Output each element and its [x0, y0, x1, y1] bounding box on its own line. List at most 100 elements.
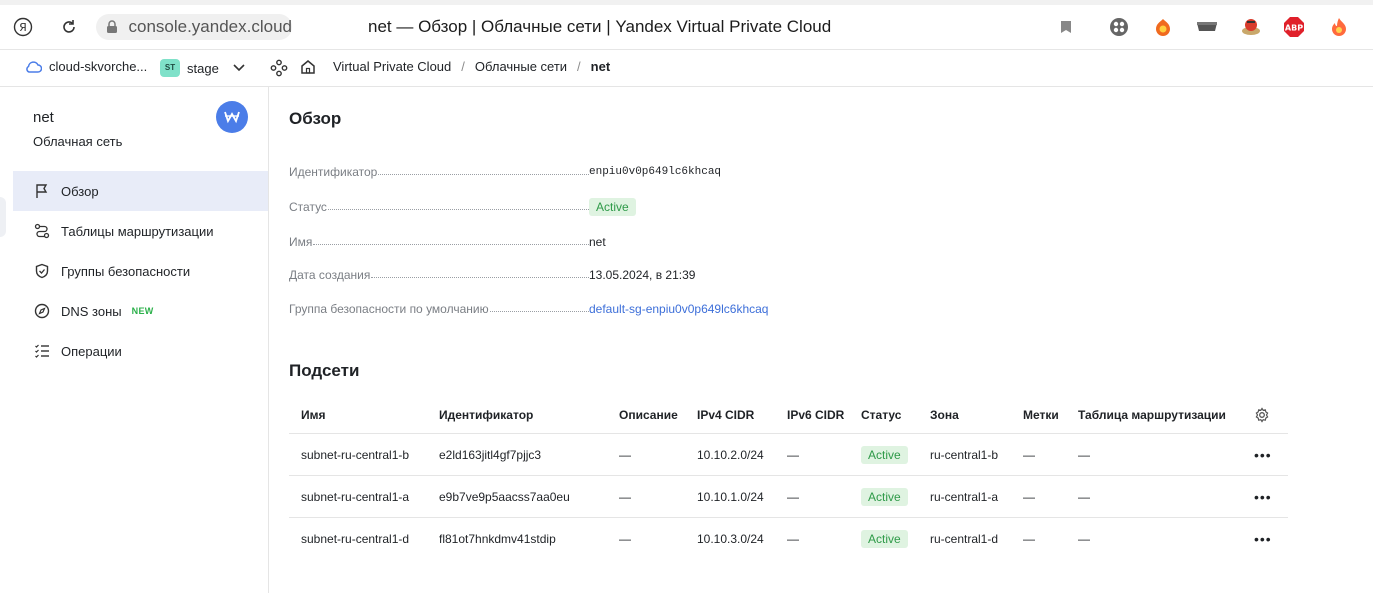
services-icon[interactable]: [270, 59, 288, 77]
subnet-name[interactable]: subnet-ru-central1-a: [301, 476, 409, 517]
cloud-icon: [24, 60, 42, 74]
hat-icon[interactable]: [1196, 16, 1218, 38]
subnet-labels: —: [1023, 447, 1035, 462]
subnet-name[interactable]: subnet-ru-central1-d: [301, 518, 409, 560]
main-content: Обзор Идентификатор enpiu0v0p649lc6khcaq…: [270, 87, 1373, 593]
row-menu-icon[interactable]: •••: [1254, 476, 1272, 517]
shield-icon: [33, 262, 51, 280]
flame-icon[interactable]: [1328, 16, 1350, 38]
reload-icon[interactable]: [58, 16, 80, 38]
subnet-zone: ru-central1-d: [930, 532, 999, 546]
status-badge: Active: [861, 487, 908, 506]
row-menu-icon[interactable]: •••: [1254, 518, 1272, 560]
gear-icon[interactable]: [1254, 397, 1270, 433]
cloud-name: cloud-skvorche...: [49, 59, 148, 74]
property-label: Имя: [289, 235, 589, 249]
sidebar-item-operations[interactable]: Операции: [13, 331, 268, 371]
sidebar-handle[interactable]: [0, 197, 6, 237]
sidebar-item-label: DNS зоны: [61, 303, 122, 319]
sidebar-item-security-groups[interactable]: Группы безопасности: [13, 251, 268, 291]
home-icon[interactable]: [300, 59, 316, 75]
subnet-id: e2ld163jitl4gf7pjjc3: [439, 447, 542, 462]
bookmark-icon[interactable]: [1055, 16, 1077, 38]
subnet-ipv4: 10.10.2.0/24: [697, 447, 764, 462]
table-row[interactable]: subnet-ru-central1-a e9b7ve9p5aacss7aa0e…: [289, 476, 1288, 518]
column-header[interactable]: Зона: [930, 397, 959, 433]
column-header[interactable]: Метки: [1023, 397, 1059, 433]
column-header[interactable]: Статус: [861, 397, 901, 433]
subnet-route-table: —: [1078, 447, 1090, 462]
cloud-selector[interactable]: cloud-skvorche...: [24, 59, 147, 74]
folder-selector[interactable]: ST stage: [160, 59, 245, 77]
browser-toolbar: Я console.yandex.cloud net — Обзор | Обл…: [0, 0, 1373, 50]
folder-name: stage: [187, 60, 219, 76]
folder-badge: ST: [160, 59, 180, 77]
new-badge: NEW: [131, 306, 154, 316]
property-created: Дата создания 13.05.2024, в 21:39: [289, 265, 989, 285]
column-header[interactable]: Таблица маршрутизации: [1078, 397, 1226, 433]
svg-text:ABP: ABP: [1285, 24, 1303, 33]
subnets-table: Имя Идентификатор Описание IPv4 CIDR IPv…: [289, 397, 1288, 560]
column-header[interactable]: IPv6 CIDR: [787, 397, 844, 433]
sidebar: net Облачная сеть Обзор Таблицы маршрути…: [13, 87, 269, 593]
sidebar-title: net: [33, 109, 54, 126]
column-header[interactable]: Описание: [619, 397, 678, 433]
breadcrumb-vpc[interactable]: Virtual Private Cloud: [333, 59, 451, 74]
address-bar[interactable]: console.yandex.cloud: [96, 14, 292, 40]
property-label: Идентификатор: [289, 165, 589, 179]
breadcrumb-networks[interactable]: Облачные сети: [475, 59, 567, 74]
property-label: Дата создания: [289, 268, 589, 282]
table-header: Имя Идентификатор Описание IPv4 CIDR IPv…: [289, 397, 1288, 434]
list-icon: [33, 342, 51, 360]
console-header: cloud-skvorche... ST stage Virtual Priva…: [0, 50, 1373, 87]
sidebar-item-label: Таблицы маршрутизации: [61, 223, 214, 239]
breadcrumb-separator: /: [461, 59, 465, 74]
url-text: console.yandex.cloud: [128, 17, 292, 36]
column-header[interactable]: Идентификатор: [439, 397, 533, 433]
created-date-value: 13.05.2024, в 21:39: [589, 268, 696, 282]
yandex-browser-icon[interactable]: Я: [12, 16, 34, 38]
column-header[interactable]: Имя: [301, 397, 326, 433]
left-edge: [0, 87, 13, 593]
pie-icon[interactable]: [1240, 16, 1262, 38]
sidebar-item-label: Операции: [61, 343, 122, 359]
column-header[interactable]: IPv4 CIDR: [697, 397, 754, 433]
sidebar-item-label: Группы безопасности: [61, 263, 191, 279]
svg-text:Я: Я: [19, 21, 27, 34]
subnet-ipv6: —: [787, 489, 799, 504]
sidebar-item-overview[interactable]: Обзор: [13, 171, 268, 211]
route-icon: [33, 222, 51, 240]
sidebar-item-dns-zones[interactable]: DNS зоны NEW: [13, 291, 268, 331]
sidebar-item-label: Обзор: [61, 183, 99, 199]
property-id: Идентификатор enpiu0v0p649lc6khcaq: [289, 162, 989, 182]
default-sg-link[interactable]: default-sg-enpiu0v0p649lc6khcaq: [589, 302, 768, 316]
chevron-down-icon: [233, 64, 245, 72]
fox-icon[interactable]: [1152, 16, 1174, 38]
network-name-value: net: [589, 235, 606, 249]
table-row[interactable]: subnet-ru-central1-b e2ld163jitl4gf7pjjc…: [289, 434, 1288, 476]
row-menu-icon[interactable]: •••: [1254, 434, 1272, 475]
breadcrumb-separator: /: [577, 59, 581, 74]
extension-grid-icon[interactable]: [1108, 16, 1130, 38]
sidebar-subtitle: Облачная сеть: [33, 134, 123, 149]
subnet-description: —: [619, 489, 631, 504]
property-status: Статус Active: [289, 197, 989, 217]
subnets-heading: Подсети: [289, 361, 360, 380]
sidebar-item-route-tables[interactable]: Таблицы маршрутизации: [13, 211, 268, 251]
status-badge: Active: [861, 445, 908, 464]
subnet-route-table: —: [1078, 532, 1090, 546]
breadcrumb: Virtual Private Cloud / Облачные сети / …: [333, 59, 610, 74]
subnet-name[interactable]: subnet-ru-central1-b: [301, 434, 409, 475]
subnet-id: fl81ot7hnkdmv41stdip: [439, 532, 556, 546]
subnet-route-table: —: [1078, 489, 1090, 504]
property-name: Имя net: [289, 232, 989, 252]
status-badge: Active: [861, 530, 908, 548]
network-id-value[interactable]: enpiu0v0p649lc6khcaq: [589, 166, 721, 178]
subnet-description: —: [619, 532, 631, 546]
page-title: net — Обзор | Облачные сети | Yandex Vir…: [368, 17, 832, 36]
subnet-ipv6: —: [787, 532, 799, 546]
table-row[interactable]: subnet-ru-central1-d fl81ot7hnkdmv41stdi…: [289, 518, 1288, 560]
subnet-zone: ru-central1-a: [930, 489, 999, 504]
subnet-ipv4: 10.10.1.0/24: [697, 489, 764, 504]
abp-icon[interactable]: ABP: [1283, 16, 1305, 38]
